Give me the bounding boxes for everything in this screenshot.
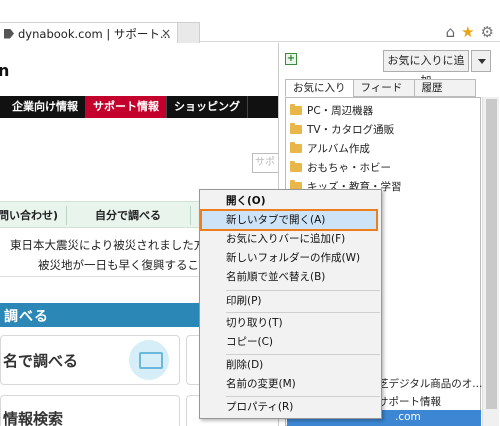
menu-item-delete[interactable]: 削除(D) [226,356,263,374]
browser-tabstrip: dynabook.com | サポート... × ⌂ ★ ⚙ [0,0,500,44]
site-logo[interactable]: n [0,61,9,80]
favorites-toolbar: + お気に入りに追加 [279,43,500,87]
add-to-favorites-button[interactable]: お気に入りに追加 [383,50,469,87]
tab-history[interactable]: 履歴 [413,79,476,97]
folder-icon [290,160,302,172]
menu-item-new-folder[interactable]: 新しいフォルダーの作成(W) [226,249,360,267]
shortcut-contact[interactable]: 問い合わせ) [0,202,58,229]
gear-icon[interactable]: ⚙ [481,24,494,40]
shortcut-divider [66,206,67,225]
menu-item-copy[interactable]: コピー(C) [226,333,273,351]
favorites-scrollbar[interactable] [482,97,499,426]
nav-item-enterprise[interactable]: 企業向け情報 [0,96,86,118]
menu-separator [226,396,380,397]
global-nav: 企業向け情報 サポート情報 ショッピング [0,96,278,118]
menu-separator [226,290,380,291]
list-item[interactable]: アルバム作成 [290,139,370,157]
dynabook-favicon-icon [4,28,14,39]
shortcut-divider [190,206,191,225]
tab-title: dynabook.com | サポート... [18,26,171,41]
pin-favorites-center-icon[interactable]: + [285,53,297,65]
nav-item-support[interactable]: サポート情報 [86,96,167,118]
menu-item-sort-by-name[interactable]: 名前順で並べ替え(B) [226,268,325,286]
menu-item-open-new-tab[interactable]: 新しいタブで開く(A) [226,211,325,229]
selected-item-label: .com [395,411,421,423]
notice-text: 東日本大震災により被災されました方々 [10,238,217,252]
card-title: 情報検索 [3,410,64,426]
list-item[interactable]: おもちゃ・ホビー [290,158,391,176]
folder-icon [290,103,302,115]
tab-feeds[interactable]: フィード [352,79,415,97]
list-item[interactable]: 芝デジタル商品のオ... [378,376,482,391]
tab-close-icon[interactable]: × [161,26,171,40]
context-menu: 開く(O) 新しいタブで開く(A) お気に入りバーに追加(F) 新しいフォルダー… [199,189,382,419]
home-icon[interactable]: ⌂ [446,24,456,40]
site-search-input[interactable]: サポ [252,153,278,173]
folder-label: おもちゃ・ホビー [307,161,391,174]
tab-favorites[interactable]: お気に入り [285,79,354,97]
section-title: 調べる [4,309,49,325]
menu-item-open[interactable]: 開く(O) [226,192,266,210]
menu-item-rename[interactable]: 名前の変更(M) [226,375,296,393]
nav-item-shopping[interactable]: ショッピング [167,96,248,118]
new-tab-button[interactable] [178,22,200,44]
info-search-card[interactable]: 情報検索 [0,395,180,426]
menu-separator [226,354,380,355]
menu-item-cut[interactable]: 切り取り(T) [226,314,283,332]
folder-icon [290,122,302,134]
menu-item-add-to-favorites-bar[interactable]: お気に入りバーに追加(F) [226,230,345,248]
notice-text: 被災地が一日も早く復興することを [38,258,222,272]
list-item[interactable]: PC・周辺機器 [290,101,373,119]
folder-label: TV・カタログ通販 [307,123,395,136]
folder-icon [290,141,302,153]
card-title: 名で調べる [3,352,79,370]
browser-toolbar-icons: ⌂ ★ ⚙ [446,24,494,40]
folder-label: PC・周辺機器 [307,104,374,117]
search-by-name-card[interactable]: 名で調べる [0,335,180,385]
folder-label: アルバム作成 [307,142,370,155]
favorites-tabs: お気に入り フィード 履歴 [285,79,476,97]
scrollbar-thumb[interactable] [486,99,497,409]
menu-item-print[interactable]: 印刷(P) [226,292,262,310]
monitor-icon [129,340,169,380]
menu-separator [226,312,380,313]
list-item[interactable]: サポート情報 [378,394,441,409]
shortcut-self-search[interactable]: 自分で調べる [95,202,161,229]
list-item[interactable]: TV・カタログ通販 [290,120,394,138]
star-icon[interactable]: ★ [461,24,474,40]
menu-item-properties[interactable]: プロパティ(R) [226,398,293,416]
chevron-down-icon[interactable] [471,50,491,72]
browser-tab[interactable]: dynabook.com | サポート... × [0,22,178,44]
